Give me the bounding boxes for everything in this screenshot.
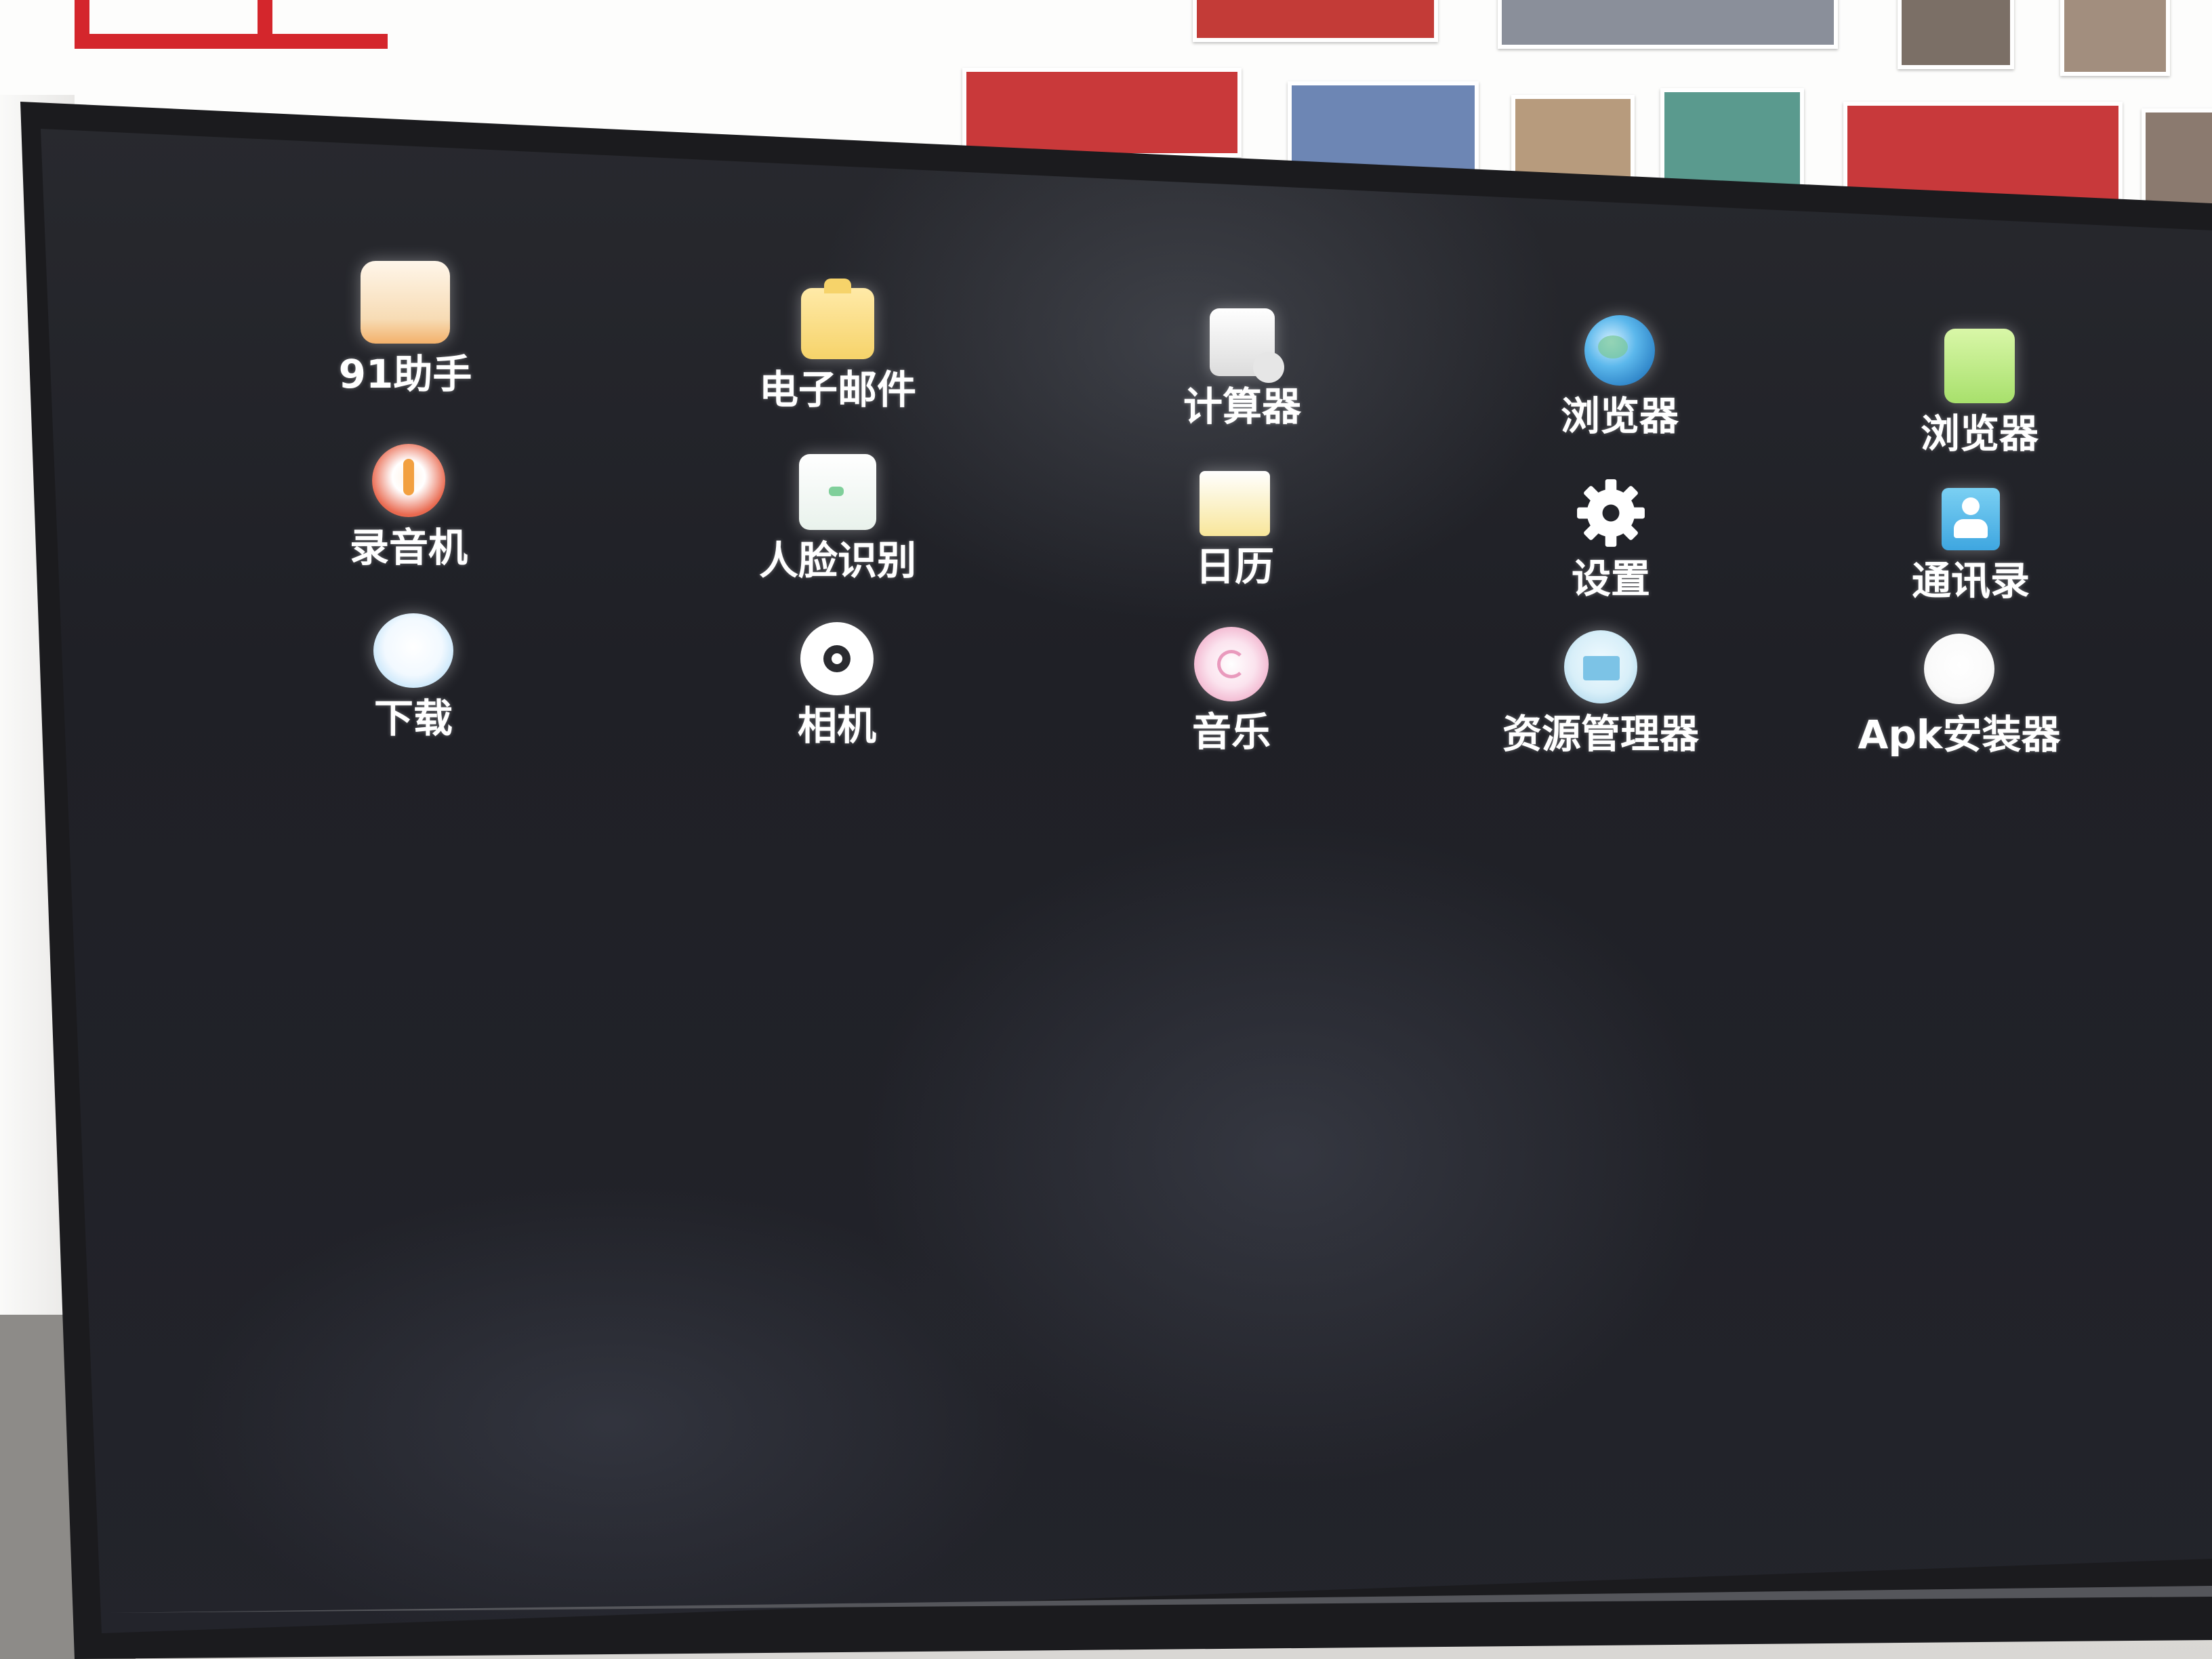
- calendar-icon: [1200, 471, 1270, 536]
- wall-photo: [1898, 0, 2014, 69]
- app-settings[interactable]: 设置: [1489, 478, 1733, 602]
- 91-assistant-icon: [361, 261, 450, 344]
- app-label: 相机: [797, 703, 876, 749]
- green-browser-icon: [1944, 329, 2015, 403]
- wall-red-logo: [75, 0, 388, 49]
- app-label: 日历: [1195, 544, 1274, 590]
- wall-photo: [1498, 0, 1838, 49]
- app-contacts[interactable]: 通讯录: [1849, 488, 2093, 605]
- app-recorder[interactable]: 录音机: [287, 444, 531, 571]
- wall-photo: [1193, 0, 1438, 42]
- app-label: 浏览器: [1920, 411, 2039, 457]
- app-label: Apk安装器: [1858, 712, 2061, 758]
- app-apk-installer[interactable]: Apk安装器: [1837, 634, 2081, 758]
- download-icon: [373, 613, 453, 688]
- app-music[interactable]: 音乐: [1109, 627, 1353, 756]
- apk-installer-icon: [1924, 634, 1994, 704]
- gear-icon: [1576, 478, 1646, 548]
- wall-photo: [962, 68, 1242, 157]
- face-recognition-icon: [799, 454, 876, 530]
- app-label: 计算器: [1183, 384, 1301, 430]
- app-camera[interactable]: 相机: [715, 622, 959, 750]
- globe-browser-icon: [1584, 315, 1655, 386]
- gear-shape: [1577, 479, 1645, 547]
- music-icon: [1194, 627, 1269, 701]
- app-face-recognition[interactable]: 人脸识别: [716, 454, 960, 584]
- wall-photo: [2142, 108, 2212, 211]
- wall-red-logo-bar: [258, 0, 272, 34]
- app-browser-globe[interactable]: 浏览器: [1498, 315, 1742, 440]
- app-label: 浏览器: [1560, 393, 1679, 439]
- monitor-screen: [41, 129, 2212, 1633]
- app-calendar[interactable]: 日历: [1113, 471, 1357, 590]
- app-calculator[interactable]: 计算器: [1120, 308, 1364, 430]
- recorder-icon: [372, 444, 445, 517]
- app-browser-green[interactable]: 浏览器: [1858, 329, 2102, 457]
- app-download[interactable]: 下载: [291, 613, 535, 742]
- app-email[interactable]: 电子邮件: [716, 279, 960, 413]
- folder-icon: [1564, 630, 1637, 703]
- app-91-assistant[interactable]: 91助手: [283, 261, 527, 398]
- app-label: 下载: [373, 695, 453, 741]
- app-label: 91助手: [338, 351, 472, 397]
- calculator-icon: [1210, 308, 1284, 383]
- app-label: 人脸识别: [758, 537, 916, 583]
- app-label: 资源管理器: [1502, 711, 1699, 757]
- app-file-explorer[interactable]: 资源管理器: [1479, 630, 1723, 758]
- app-label: 通讯录: [1911, 558, 2030, 604]
- camera-icon: [800, 622, 874, 695]
- contacts-icon: [1942, 488, 2000, 550]
- app-label: 设置: [1571, 556, 1650, 602]
- app-label: 电子邮件: [758, 367, 916, 413]
- wall-photo: [2060, 0, 2170, 76]
- email-icon: [801, 279, 874, 359]
- app-label: 音乐: [1191, 709, 1271, 755]
- app-label: 录音机: [349, 525, 468, 571]
- photo-scene: 91助手 电子邮件 计算器 浏览器 浏览器 录音机 人脸识别 日历 设置 通讯录…: [0, 0, 2212, 1659]
